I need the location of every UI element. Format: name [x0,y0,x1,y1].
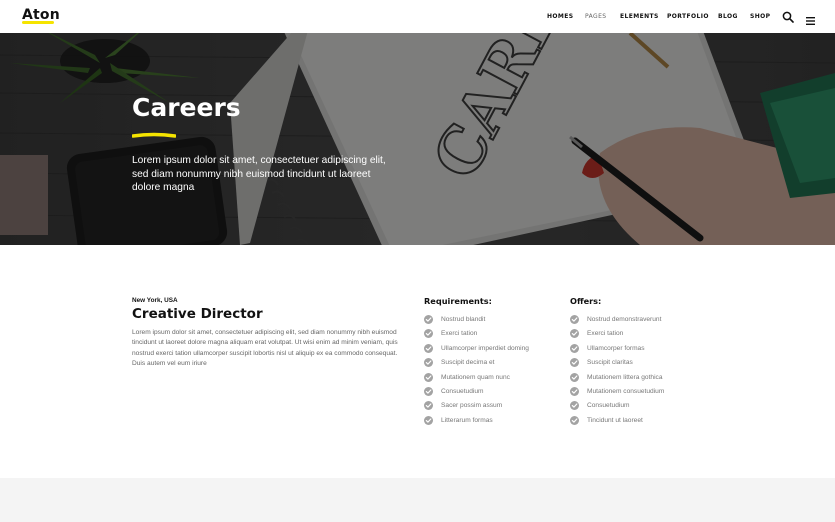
list-item-label: Consuetudium [441,387,484,395]
requirements-heading: Requirements: [424,296,492,306]
checkmark-icon [570,401,579,411]
checkmark-icon [570,358,579,368]
checkmark-icon [570,315,579,324]
nav-item-blog[interactable]: BLOG [718,13,738,20]
list-item: Exerci tation [570,329,664,343]
list-item: Mutationem quam nunc [424,372,529,387]
list-item: Litterarum formas [424,415,529,430]
checkmark-icon [424,372,433,382]
checkmark-icon [570,372,579,382]
hero-background-image: CAREER [0,33,835,245]
list-item-label: Ullamcorper imperdiet doming [441,344,529,352]
list-item-label: Nostrud demonstraverunt [587,316,662,323]
checkmark-icon [570,329,579,339]
list-item-label: Consuetudium [587,402,630,410]
list-item: Suscipit claritas [570,358,664,372]
checkmark-icon [424,343,433,353]
list-item: Ullamcorper formas [570,343,664,358]
list-item-label: Mutationem consuetudium [587,387,665,395]
list-item: Sacer possim assum [424,401,529,415]
search-icon[interactable] [782,10,794,28]
list-item-label: Sacer possim assum [441,402,503,410]
offers-list: Nostrud demonstraverunt Exerci tation Ulla… [570,315,664,430]
checkmark-icon [424,386,433,396]
list-item: Nostrud demonstraverunt [570,315,664,329]
checkmark-icon [424,315,433,324]
main-nav: HOMES PAGES ELEMENTS PORTFOLIO BLOG SHOP [0,13,835,23]
list-item-label: Suscipit claritas [587,359,633,367]
hero-banner: CAREER Careers Lorem ipsum dolor sit ame… [0,33,835,245]
offers-heading: Offers: [570,296,602,306]
list-item: Ullamcorper imperdiet doming [424,343,529,358]
list-item-label: Ullamcorper formas [587,344,645,352]
list-item: Consuetudium [424,386,529,401]
requirements-list: Nostrud blandit Exerci tation Ullamcorper … [424,315,529,430]
list-item: Consuetudium [570,401,664,415]
checkmark-icon [570,343,579,353]
list-item: Mutationem littera gothica [570,372,664,387]
job-description: Lorem ipsum dolor sit amet, consectetuer… [132,329,398,368]
list-item: Suscipit decima et [424,358,529,372]
list-item-label: Suscipit decima et [441,359,495,367]
list-item-label: Mutationem quam nunc [441,373,510,381]
menu-icon[interactable] [806,12,815,30]
nav-item-elements[interactable]: ELEMENTS [620,13,659,20]
title-accent-swoosh [132,132,176,138]
list-item-label: Litterarum formas [441,416,493,424]
checkmark-icon [570,386,579,396]
hero-subtitle: Lorem ipsum dolor sit amet, consectetuer… [132,155,386,193]
checkmark-icon [570,415,579,425]
list-item: Tincidunt ut laoreet [570,415,664,430]
nav-item-shop[interactable]: SHOP [750,13,770,20]
nav-item-portfolio[interactable]: PORTFOLIO [667,13,709,20]
job-location: New York, USA [132,297,178,304]
list-item: Mutationem consuetudium [570,386,665,401]
list-item-label: Nostrud blandit [441,316,486,323]
list-item-label: Tincidunt ut laoreet [587,416,643,424]
page-title: Careers [132,93,241,122]
nav-item-pages[interactable]: PAGES [585,13,606,20]
checkmark-icon [424,415,433,425]
nav-item-homes[interactable]: HOMES [547,13,574,20]
checkmark-icon [424,401,433,411]
list-item: Exerci tation [424,329,529,343]
list-item-label: Exerci tation [441,330,478,338]
list-item-label: Mutationem littera gothica [587,373,663,381]
site-header: Aton HOMES PAGES ELEMENTS PORTFOLIO BLOG… [0,0,835,33]
checkmark-icon [424,358,433,368]
job-title: Creative Director [132,306,263,322]
checkmark-icon [424,329,433,339]
list-item-label: Exerci tation [587,330,624,338]
list-item: Nostrud blandit [424,315,529,329]
footer-band [0,478,835,522]
